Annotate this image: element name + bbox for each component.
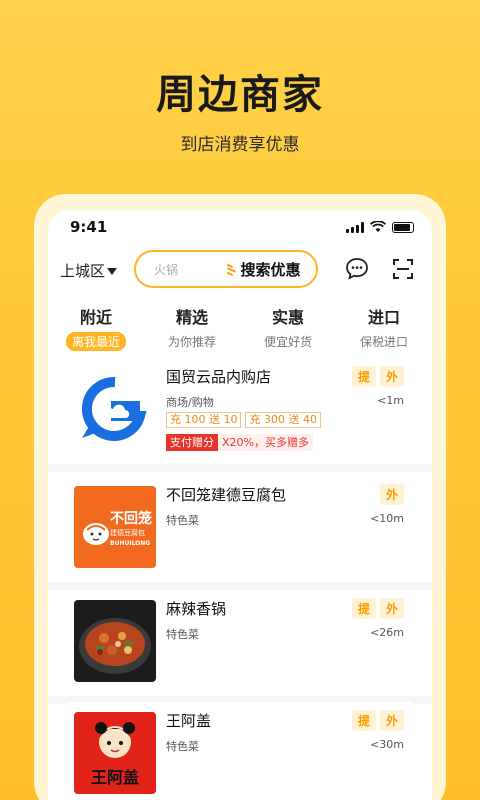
divider bbox=[48, 464, 432, 472]
status-icons bbox=[346, 221, 414, 233]
tab-label: 精选 bbox=[175, 308, 208, 327]
shop-distance: <10m bbox=[370, 512, 404, 525]
shop-name: 王阿盖 bbox=[166, 712, 212, 730]
tab-bargain[interactable]: 实惠 便宜好货 bbox=[240, 300, 336, 354]
logo-text: 建德豆腐包 bbox=[110, 529, 145, 537]
service-tags: 外 bbox=[379, 484, 404, 505]
search-button[interactable]: 搜索优惠 bbox=[216, 255, 312, 283]
top-bar: 上城区 火锅 搜索优惠 bbox=[48, 248, 432, 292]
shop-name: 国贸云品内购店 bbox=[166, 368, 272, 386]
service-tags: 提 外 bbox=[351, 710, 404, 731]
shop-distance: <26m bbox=[370, 626, 404, 639]
shop-card[interactable]: 不回笼 建德豆腐包 BUHUILONG 不回笼建德豆腐包 特色菜 外 <10m bbox=[62, 476, 416, 580]
signal-icon bbox=[346, 221, 364, 233]
shop-category: 特色菜 bbox=[166, 514, 199, 527]
tab-imported[interactable]: 进口 保税进口 bbox=[336, 300, 432, 354]
shop-category: 特色菜 bbox=[166, 628, 199, 641]
delivery-tag: 外 bbox=[379, 598, 404, 619]
wifi-icon bbox=[370, 221, 386, 232]
coupon-badge: 充 300 送 40 bbox=[245, 412, 321, 428]
hero-subtitle: 到店消费享优惠 bbox=[180, 135, 300, 155]
shop-distance: <30m bbox=[370, 738, 404, 751]
category-tabs: 附近 离我最近 精选 为你推荐 实惠 便宜好货 进口 保税进口 bbox=[48, 300, 432, 354]
district-selector[interactable]: 上城区 bbox=[60, 260, 118, 281]
tab-sublabel: 保税进口 bbox=[359, 335, 408, 349]
coupon-badge: 充 100 送 10 bbox=[166, 412, 242, 428]
search-button-label: 搜索优惠 bbox=[240, 260, 301, 279]
district-label: 上城区 bbox=[60, 262, 106, 280]
delivery-tag: 外 bbox=[379, 710, 404, 731]
tab-nearby[interactable]: 附近 离我最近 bbox=[48, 300, 144, 354]
promo-banner: 支付赠分 X20%，买多赠多 bbox=[166, 434, 313, 451]
logo-text: 王阿盖 bbox=[90, 768, 139, 787]
battery-icon bbox=[392, 221, 414, 233]
hero-title: 周边商家 bbox=[156, 72, 324, 118]
shop-logo bbox=[74, 600, 156, 682]
chat-bubble-icon[interactable] bbox=[344, 256, 370, 282]
shop-category: 特色菜 bbox=[166, 740, 199, 753]
service-tags: 提 外 bbox=[351, 598, 404, 619]
pickup-tag: 提 bbox=[351, 710, 376, 731]
pickup-tag: 提 bbox=[351, 598, 376, 619]
promo-text: X20%，买多赠多 bbox=[218, 434, 313, 451]
tab-sublabel: 离我最近 bbox=[65, 332, 126, 351]
status-time: 9:41 bbox=[70, 218, 108, 236]
tab-label: 实惠 bbox=[271, 308, 304, 327]
shop-card[interactable]: 国贸云品内购店 商场/购物 提 外 <1m 充 100 送 10 充 300 送… bbox=[62, 358, 416, 462]
shop-category: 商场/购物 bbox=[166, 396, 214, 409]
phone-screen: 9:41 上城区 火锅 搜索优惠 附近 离我最近 精选 为你推荐 实惠 便宜好货… bbox=[48, 210, 432, 800]
shop-logo: 不回笼 建德豆腐包 BUHUILONG bbox=[74, 486, 156, 568]
scan-icon[interactable] bbox=[392, 258, 414, 280]
shop-name: 不回笼建德豆腐包 bbox=[166, 486, 287, 504]
delivery-tag: 外 bbox=[379, 484, 404, 505]
g-cloud-logo-icon bbox=[74, 368, 156, 450]
service-tags: 提 外 bbox=[351, 366, 404, 387]
search-input[interactable]: 火锅 bbox=[154, 261, 178, 278]
spicy-pot-photo-icon bbox=[74, 600, 156, 682]
shop-distance: <1m bbox=[377, 394, 404, 407]
shop-logo: 王阿盖 bbox=[74, 712, 156, 794]
tab-featured[interactable]: 精选 为你推荐 bbox=[144, 300, 240, 354]
shop-card[interactable]: 麻辣香锅 特色菜 提 外 <26m bbox=[62, 590, 416, 694]
logo-text: 不回笼 bbox=[110, 511, 152, 527]
search-box[interactable]: 火锅 搜索优惠 bbox=[134, 250, 318, 288]
status-bar: 9:41 bbox=[48, 210, 432, 246]
tab-label: 进口 bbox=[367, 308, 400, 327]
shop-logo bbox=[74, 368, 156, 450]
promo-badge: 支付赠分 bbox=[166, 434, 218, 451]
sparkle-icon bbox=[227, 263, 237, 277]
tab-label: 附近 bbox=[79, 308, 112, 327]
shop-name: 麻辣香锅 bbox=[166, 600, 227, 618]
logo-text: BUHUILONG bbox=[110, 540, 151, 547]
coupon-list: 充 100 送 10 充 300 送 40 bbox=[166, 412, 321, 428]
delivery-tag: 外 bbox=[379, 366, 404, 387]
caret-down-icon bbox=[107, 268, 118, 275]
divider bbox=[48, 582, 432, 590]
pickup-tag: 提 bbox=[351, 366, 376, 387]
shop-card[interactable]: 王阿盖 王阿盖 特色菜 提 外 <30m bbox=[62, 702, 416, 800]
tab-sublabel: 为你推荐 bbox=[167, 335, 216, 349]
tab-sublabel: 便宜好货 bbox=[263, 335, 312, 349]
